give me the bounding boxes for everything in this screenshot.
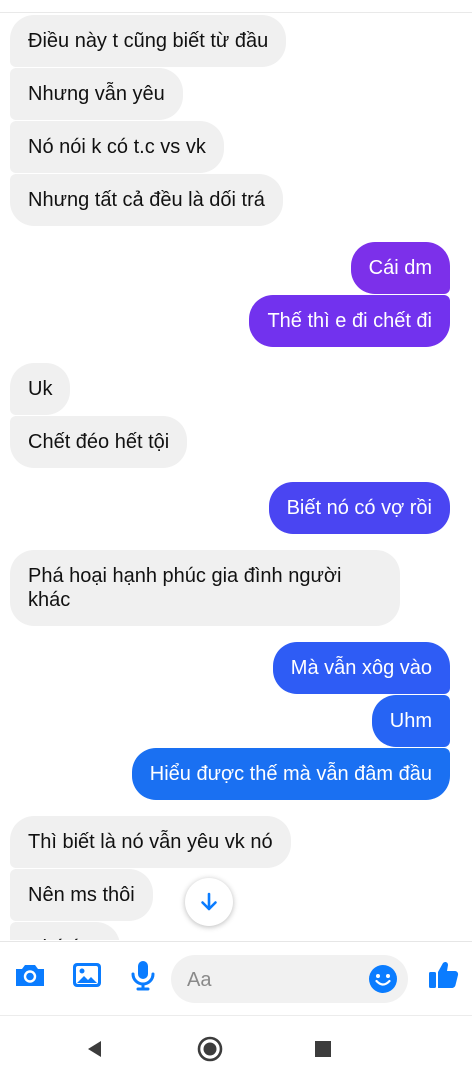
system-navigation-bar [0,1015,472,1081]
message-incoming: Phá hoại hạnh phúc gia đình người khác [10,550,400,626]
message-incoming: Uk [10,363,71,415]
scroll-to-bottom-button[interactable] [185,878,233,926]
recents-button[interactable] [308,1034,338,1064]
message-outgoing: Uhm [371,695,450,747]
message-outgoing: Hiểu được thế mà vẫn đâm đầu [131,748,450,800]
home-button[interactable] [195,1034,225,1064]
message-input-placeholder: Aa [187,969,212,991]
image-icon [73,963,101,987]
message-incoming: Chết đéo hết tội [10,416,188,468]
recents-icon [315,1041,331,1057]
message-composer: Aa [0,941,472,1016]
message-incoming: Nó nói k có t.c vs vk [10,121,224,173]
message-incoming: Nên ms thôi [10,869,153,921]
message-incoming: Nhưng vẫn yêu [10,68,183,120]
message-incoming: Thì biết là nó vẫn yêu vk nó [10,816,291,868]
message-outgoing: Biết nó có vợ rồi [268,482,450,534]
camera-icon [16,965,44,986]
message-incoming: Chú ý ... [10,922,121,940]
gallery-button[interactable] [70,958,104,992]
voice-button[interactable] [126,958,160,992]
message-input[interactable]: Aa [171,955,408,1003]
arrow-down-icon [201,892,217,911]
message-outgoing: Thế thì e đi chết đi [249,295,450,347]
top-edge [0,0,472,13]
emoji-icon[interactable] [368,964,398,994]
camera-button[interactable] [13,958,47,992]
microphone-icon [131,961,155,991]
message-outgoing: Mà vẫn xôg vào [272,642,450,694]
back-icon [88,1041,101,1057]
chat-thread[interactable]: Điều này t cũng biết từ đầu Nhưng vẫn yê… [0,13,472,940]
thumbs-up-icon [429,961,459,988]
message-outgoing: Cái dm [350,242,450,294]
thumbs-up-button[interactable] [426,958,460,992]
message-incoming: Điều này t cũng biết từ đầu [10,15,287,67]
back-button[interactable] [80,1034,110,1064]
message-incoming: Nhưng tất cả đều là dối trá [10,174,283,226]
home-icon [197,1036,223,1062]
